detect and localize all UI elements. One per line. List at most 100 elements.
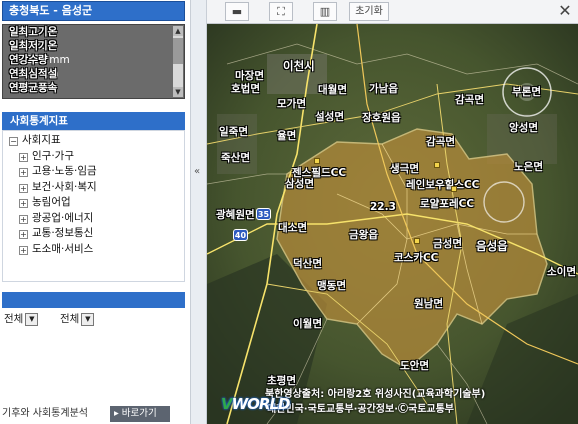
expand-icon[interactable]: + (19, 214, 28, 224)
climate-label: 연평균풍속 (9, 82, 58, 94)
tree-item-label: 도소매·서비스 (32, 242, 94, 255)
expand-icon[interactable]: + (19, 230, 28, 239)
tree-item-label: 인구·가구 (32, 149, 74, 162)
tree-root[interactable]: − 사회지표 (3, 133, 184, 149)
fullscreen-button[interactable]: ⛶ (269, 2, 293, 21)
split-view-button[interactable]: ▥ (313, 2, 337, 21)
filter-select-value: 전체 (4, 313, 24, 325)
close-icon[interactable]: ✕ (555, 1, 575, 21)
reset-button[interactable]: 초기화 (349, 2, 389, 21)
scroll-thumb[interactable] (173, 38, 183, 64)
climate-label: 일최저기온 (9, 40, 58, 52)
region-title: 충청북도 - 음성군 (2, 1, 185, 21)
imagery-credit: 북한영상출처: 아리랑2호 위성사진(교육과학기술부) (265, 389, 486, 400)
place-label: 노은면 (514, 161, 543, 173)
place-label: 장호원읍 (362, 112, 401, 124)
expand-icon[interactable]: + (19, 152, 28, 162)
layer-button[interactable]: ▬ (225, 2, 249, 21)
golf-marker-icon[interactable] (314, 158, 320, 164)
climate-label: 연강수량 (9, 54, 48, 66)
climate-summary: 일최고기온: 17.8 ℃ 일최저기온: 6.2 ℃ 연강수량: 1,286 m… (2, 24, 185, 99)
map-toolbar: ▬ ⛶ ▥ 초기화 ✕ (207, 0, 578, 24)
collapse-icon[interactable]: − (9, 137, 18, 146)
place-label: 이천시 (283, 59, 315, 73)
place-label: 덕산면 (293, 258, 322, 270)
highway-shield-icon: 35 (256, 208, 271, 220)
dropdown-arrow-icon[interactable]: ▼ (25, 312, 39, 326)
climate-label: 일최고기온 (9, 26, 58, 38)
place-label: 맹동면 (317, 280, 346, 292)
golf-marker-icon[interactable] (414, 238, 420, 244)
stats-tree: − 사회지표 + 인구·가구 + 고용·노동·임금 + 보건·사회·복지 + 농림어업 +… (2, 130, 185, 282)
shortcut-button[interactable]: ▸ 바로가기 (110, 406, 170, 422)
highway-shield-icon: 40 (233, 229, 248, 241)
place-label: 감곡면 (426, 136, 455, 148)
place-label: 일죽면 (219, 126, 248, 138)
golf-marker-icon[interactable] (434, 162, 440, 168)
golf-label: 레인보우힐스CC (406, 179, 480, 191)
place-label: 소이면 (547, 266, 576, 278)
place-label: 대월면 (318, 84, 347, 96)
golf-label: 로얄포레CC (420, 198, 475, 210)
place-label: 금성면 (433, 238, 462, 250)
golf-marker-icon[interactable] (451, 186, 457, 192)
place-label: 부론면 (512, 86, 541, 98)
place-label: 원남면 (414, 298, 443, 310)
place-label: 호법면 (231, 83, 260, 95)
satellite-map[interactable]: 이천시 마장면 호법면 모가면 대월면 가남읍 감곡면 부론면 설성면 장호원읍… (207, 24, 578, 424)
tree-item-label: 농림어업 (32, 196, 71, 208)
place-label: 금왕읍 (349, 229, 378, 241)
tree-item-label: 보건·사회·복지 (32, 180, 97, 193)
golf-label: 젠스필드CC (292, 167, 347, 179)
expand-icon[interactable]: + (19, 168, 28, 177)
expand-icon[interactable]: + (19, 183, 28, 193)
climate-label: 연최심적설 (9, 68, 58, 80)
climate-row: 연강수량: 1,286 mm (9, 54, 70, 66)
tree-item[interactable]: + 도소매·서비스 (3, 242, 184, 258)
climate-row: 일최고기온: 17.8 ℃ (3, 25, 184, 39)
place-label: 음성읍 (476, 239, 508, 253)
place-label: 22.3 (370, 201, 396, 213)
collapse-panel-icon[interactable]: « (194, 166, 200, 177)
place-label: 생극면 (390, 163, 419, 175)
left-panel: 충청북도 - 음성군 일최고기온: 17.8 ℃ 일최저기온: 6.2 ℃ 연강… (0, 0, 190, 424)
tree-item[interactable]: + 교통·정보통신 (3, 226, 184, 242)
place-label: 설성면 (315, 111, 344, 123)
climate-row: 연최심적설: 11.4 cm (3, 67, 184, 81)
place-label: 광혜원면 (216, 209, 255, 221)
footer-label: 기후와 사회통계분석 (2, 408, 88, 419)
place-label: 죽산면 (221, 152, 250, 164)
climate-scrollbar[interactable]: ▲ ▼ (173, 26, 183, 97)
stats-header: 사회통계지표 (2, 112, 185, 130)
filter-select-value: 전체 (60, 313, 80, 325)
tree-item[interactable]: + 고용·노동·임금 (3, 164, 184, 180)
expand-icon[interactable]: + (19, 199, 28, 208)
place-label: 앙성면 (509, 122, 538, 134)
climate-row: 연평균풍속: 1.3 m/s (3, 81, 184, 95)
scroll-down-icon[interactable]: ▼ (173, 87, 183, 97)
tree-item[interactable]: + 광공업·에너지 (3, 211, 184, 227)
place-label: 대소면 (278, 222, 307, 234)
tree-item-label: 교통·정보통신 (32, 227, 94, 239)
tree-item-label: 고용·노동·임금 (32, 165, 97, 177)
filter-select-1[interactable]: 전체 ▼ (2, 311, 39, 327)
tree-item[interactable]: + 인구·가구 (3, 149, 184, 165)
expand-icon[interactable]: + (19, 245, 28, 255)
place-label: 율면 (277, 130, 297, 142)
place-label: 감곡면 (455, 94, 484, 106)
dropdown-arrow-icon[interactable]: ▼ (81, 312, 95, 326)
imagery-credit-2: 대한민국·국토교통부·공간정보·Ⓒ국토교통부 (267, 404, 454, 415)
tree-item-label: 광공업·에너지 (32, 211, 94, 224)
vworld-logo: VWORLD (221, 395, 290, 413)
tree-item[interactable]: + 보건·사회·복지 (3, 180, 184, 196)
place-label: 이월면 (293, 318, 322, 330)
golf-label: 코스카CC (394, 252, 439, 264)
filter-select-2[interactable]: 전체 ▼ (58, 311, 95, 327)
place-label: 모가면 (277, 98, 306, 110)
tree-root-label: 사회지표 (22, 134, 61, 146)
place-label: 도안면 (400, 360, 429, 372)
scroll-up-icon[interactable]: ▲ (173, 26, 183, 36)
tree-item[interactable]: + 농림어업 (3, 195, 184, 211)
filter-header (2, 292, 185, 308)
panel-divider[interactable]: « (190, 0, 207, 424)
